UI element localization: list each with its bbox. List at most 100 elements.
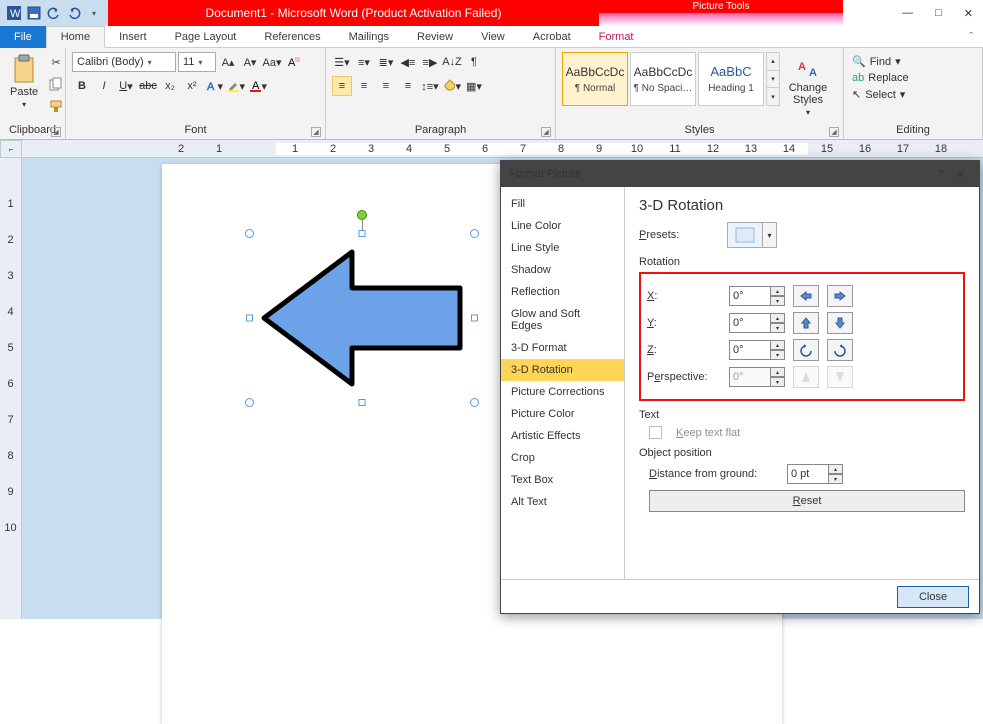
tab-home[interactable]: Home [46, 26, 105, 48]
align-right-icon[interactable]: ≡ [376, 76, 396, 96]
justify-icon[interactable]: ≡ [398, 76, 418, 96]
replace-button[interactable]: abReplace [850, 71, 911, 85]
presets-dropdown[interactable]: ▾ [763, 222, 777, 248]
borders-icon[interactable]: ▦▾ [464, 76, 484, 96]
qat-dropdown-icon[interactable]: ▾ [86, 5, 102, 21]
font-color-icon[interactable]: A▾ [248, 76, 268, 96]
style-normal[interactable]: AaBbCcDc¶ Normal [562, 52, 628, 106]
paste-dropdown-icon[interactable]: ▾ [22, 100, 26, 109]
find-button[interactable]: 🔍Find ▾ [850, 54, 911, 69]
italic-icon[interactable]: I [94, 76, 114, 96]
resize-handle[interactable] [359, 399, 366, 406]
align-center-icon[interactable]: ≡ [354, 76, 374, 96]
presets-preview[interactable] [727, 222, 763, 248]
select-button[interactable]: ↖Select ▾ [850, 87, 911, 102]
cat-text-box[interactable]: Text Box [501, 469, 624, 491]
cat-reflection[interactable]: Reflection [501, 281, 624, 303]
decrease-indent-icon[interactable]: ◀≡ [398, 52, 418, 72]
close-window-button[interactable]: ✕ [964, 7, 973, 20]
cat-picture-corrections[interactable]: Picture Corrections [501, 381, 624, 403]
resize-handle[interactable] [246, 315, 253, 322]
increase-indent-icon[interactable]: ≡▶ [420, 52, 440, 72]
perspective-spinner[interactable]: ▴▾ [729, 367, 785, 387]
z-rotate-cw-button[interactable] [827, 339, 853, 361]
dialog-help-button[interactable]: ? [932, 168, 950, 180]
cat-line-style[interactable]: Line Style [501, 237, 624, 259]
clear-formatting-icon[interactable]: A [284, 52, 304, 72]
z-rotate-ccw-button[interactable] [793, 339, 819, 361]
cat-3d-format[interactable]: 3-D Format [501, 337, 624, 359]
line-spacing-icon[interactable]: ↕≡▾ [420, 76, 440, 96]
x-rotation-spinner[interactable]: ▴▾ [729, 286, 785, 306]
horizontal-ruler[interactable]: 2 1 1 2 3 4 5 6 7 8 9 10 11 12 13 14 15 … [22, 140, 983, 158]
subscript-icon[interactable]: x₂ [160, 76, 180, 96]
bold-icon[interactable]: B [72, 76, 92, 96]
tab-mailings[interactable]: Mailings [335, 26, 403, 48]
ruler-corner[interactable]: ⌐ [0, 140, 22, 158]
save-icon[interactable] [26, 5, 42, 21]
tab-insert[interactable]: Insert [105, 26, 161, 48]
cat-picture-color[interactable]: Picture Color [501, 403, 624, 425]
tab-acrobat[interactable]: Acrobat [519, 26, 585, 48]
x-rotate-left-button[interactable] [793, 285, 819, 307]
tab-review[interactable]: Review [403, 26, 467, 48]
shading-icon[interactable]: ▾ [442, 76, 462, 96]
resize-handle[interactable] [471, 315, 478, 322]
show-marks-icon[interactable]: ¶ [464, 52, 484, 72]
cat-shadow[interactable]: Shadow [501, 259, 624, 281]
undo-icon[interactable] [46, 5, 62, 21]
close-button[interactable]: Close [897, 586, 969, 608]
y-rotate-down-button[interactable] [827, 312, 853, 334]
highlight-icon[interactable]: ▾ [226, 76, 246, 96]
tab-format[interactable]: Format [585, 26, 648, 48]
grow-font-icon[interactable]: A▴ [218, 52, 238, 72]
font-family-dropdown[interactable]: Calibri (Body)▾ [72, 52, 176, 72]
x-rotate-right-button[interactable] [827, 285, 853, 307]
strikethrough-icon[interactable]: abc [138, 76, 158, 96]
shrink-font-icon[interactable]: A▾ [240, 52, 260, 72]
resize-handle[interactable] [359, 230, 366, 237]
resize-handle[interactable] [470, 398, 479, 407]
minimize-button[interactable]: — [902, 7, 913, 19]
cat-alt-text[interactable]: Alt Text [501, 491, 624, 513]
cat-fill[interactable]: Fill [501, 193, 624, 215]
file-tab[interactable]: File [0, 26, 46, 48]
resize-handle[interactable] [245, 398, 254, 407]
cat-artistic-effects[interactable]: Artistic Effects [501, 425, 624, 447]
superscript-icon[interactable]: x² [182, 76, 202, 96]
copy-icon[interactable] [46, 74, 66, 94]
numbering-icon[interactable]: ≡▾ [354, 52, 374, 72]
resize-handle[interactable] [470, 229, 479, 238]
font-size-dropdown[interactable]: 11▾ [178, 52, 216, 72]
font-dialog-launcher[interactable]: ◢ [311, 127, 321, 137]
change-case-icon[interactable]: Aa▾ [262, 52, 282, 72]
change-styles-button[interactable]: AA Change Styles ▾ [782, 52, 834, 119]
cat-line-color[interactable]: Line Color [501, 215, 624, 237]
tab-page-layout[interactable]: Page Layout [161, 26, 251, 48]
styles-gallery-scroll[interactable]: ▴ ▾ ▾ [766, 52, 780, 106]
clipboard-dialog-launcher[interactable]: ◢ [51, 127, 61, 137]
style-heading-1[interactable]: AaBbCHeading 1 [698, 52, 764, 106]
resize-handle[interactable] [245, 229, 254, 238]
styles-dialog-launcher[interactable]: ◢ [829, 127, 839, 137]
reset-button[interactable]: Reset [649, 490, 965, 512]
tab-view[interactable]: View [467, 26, 519, 48]
cat-crop[interactable]: Crop [501, 447, 624, 469]
rotation-handle[interactable] [357, 210, 367, 220]
style-no-spacing[interactable]: AaBbCcDc¶ No Spaci… [630, 52, 696, 106]
maximize-button[interactable]: □ [935, 7, 942, 19]
format-painter-icon[interactable] [46, 96, 66, 116]
bullets-icon[interactable]: ☰▾ [332, 52, 352, 72]
align-left-icon[interactable]: ≡ [332, 76, 352, 96]
cat-3d-rotation[interactable]: 3-D Rotation [501, 359, 624, 381]
cut-icon[interactable]: ✂ [46, 52, 66, 72]
y-rotation-spinner[interactable]: ▴▾ [729, 313, 785, 333]
z-rotation-spinner[interactable]: ▴▾ [729, 340, 785, 360]
arrow-shape[interactable] [256, 240, 468, 396]
sort-icon[interactable]: A↓Z [442, 52, 462, 72]
text-effects-icon[interactable]: A▾ [204, 76, 224, 96]
multilevel-list-icon[interactable]: ≣▾ [376, 52, 396, 72]
collapse-ribbon-icon[interactable]: ˆ [959, 31, 983, 43]
tab-references[interactable]: References [250, 26, 334, 48]
y-rotate-up-button[interactable] [793, 312, 819, 334]
